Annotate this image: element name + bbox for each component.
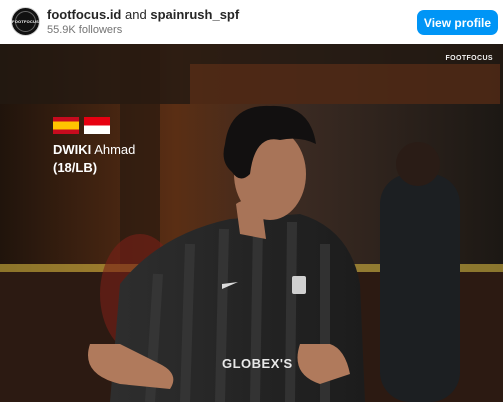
follower-count: 55.9K followers: [47, 24, 123, 36]
player-name: DWIKI Ahmad: [53, 142, 135, 157]
stand-glow: [190, 64, 500, 104]
avatar-logo-text: FOOTFOCUS: [12, 19, 39, 24]
jersey-sponsor-text: GLOBEX'S: [222, 356, 293, 371]
player-last-name: DWIKI: [53, 142, 92, 157]
avatar-logo-ring: FOOTFOCUS: [12, 11, 39, 32]
indonesia-flag-icon: [84, 117, 110, 134]
title-connector: and: [125, 7, 147, 22]
account-name-link[interactable]: footfocus.id: [47, 7, 121, 22]
post-image[interactable]: GLOBEX'S: [0, 44, 503, 402]
view-profile-button[interactable]: View profile: [417, 10, 498, 35]
avatar[interactable]: FOOTFOCUS: [11, 7, 40, 36]
player-detail: (18/LB): [53, 160, 98, 175]
photo-illustration: [0, 44, 503, 402]
background-player-right: [380, 174, 460, 402]
club-crest: [292, 276, 306, 294]
watermark-text: FOOTFOCUS: [445, 55, 493, 62]
collaborator-name-link[interactable]: spainrush_spf: [150, 7, 239, 22]
background-player-head: [396, 142, 440, 186]
player-first-name: Ahmad: [94, 142, 136, 157]
post-header: FOOTFOCUS footfocus.id and spainrush_spf…: [0, 0, 503, 44]
post-title: footfocus.id and spainrush_spf: [47, 7, 239, 22]
spain-flag-icon: [53, 117, 79, 134]
